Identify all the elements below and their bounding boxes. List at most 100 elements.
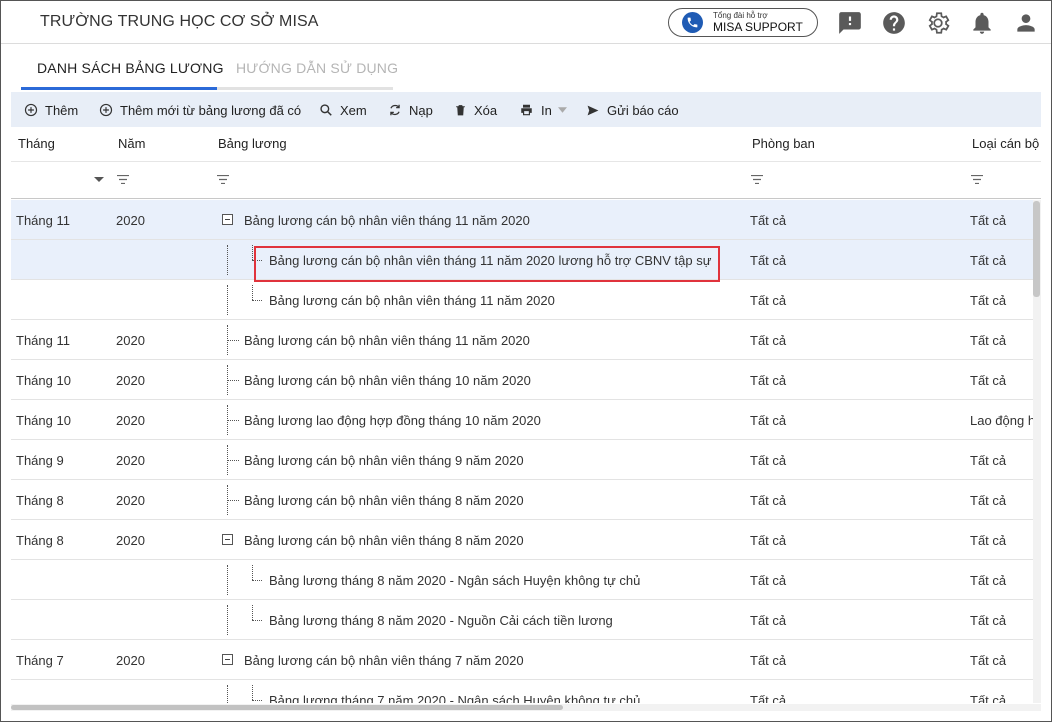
feedback-icon[interactable] <box>837 10 863 36</box>
user-icon[interactable] <box>1013 10 1039 36</box>
table-row[interactable]: Tháng 11 2020 Bảng lương cán bộ nhân viê… <box>11 320 1033 360</box>
tab-underline <box>21 87 393 90</box>
tab-payroll-list[interactable]: DANH SÁCH BẢNG LƯƠNG <box>37 60 224 76</box>
column-header-payroll[interactable]: Bảng lương <box>218 136 287 151</box>
app-header: TRƯỜNG TRUNG HỌC CƠ SỞ MISA Tổng đài hỗ … <box>1 1 1051 44</box>
cell-staff-type: Tất cả <box>970 653 1007 668</box>
reload-button[interactable]: Nạp <box>388 101 433 119</box>
table-row[interactable]: Tháng 10 2020 Bảng lương cán bộ nhân viê… <box>11 360 1033 400</box>
vertical-scrollbar-thumb[interactable] <box>1033 201 1040 297</box>
cell-staff-type: Tất cả <box>970 573 1007 588</box>
misa-support-button[interactable]: Tổng đài hỗ trợ MISA SUPPORT <box>668 8 818 37</box>
cell-month: Tháng 11 <box>16 213 70 228</box>
column-header-month[interactable]: Tháng <box>18 136 55 151</box>
cell-year: 2020 <box>116 533 145 548</box>
table-row[interactable]: Tháng 8 2020 Bảng lương cán bộ nhân viên… <box>11 480 1033 520</box>
view-label: Xem <box>340 102 367 118</box>
cell-department: Tất cả <box>750 533 787 548</box>
tree-line <box>252 700 262 701</box>
table-row[interactable]: Bảng lương tháng 8 năm 2020 - Ngân sách … <box>11 560 1033 600</box>
filter-icon[interactable] <box>117 175 129 184</box>
search-icon <box>320 104 332 116</box>
filter-icon[interactable] <box>971 175 983 184</box>
notification-icon[interactable] <box>969 10 995 36</box>
collapse-icon[interactable] <box>222 654 233 665</box>
cell-month: Tháng 10 <box>16 373 71 388</box>
cell-department: Tất cả <box>750 693 787 703</box>
active-tab-indicator <box>21 87 217 90</box>
cell-payroll-name: Bảng lương tháng 8 năm 2020 - Ngân sách … <box>269 573 641 588</box>
print-button[interactable]: In <box>519 101 567 119</box>
delete-button[interactable]: Xóa <box>454 101 497 119</box>
help-icon[interactable] <box>881 10 907 36</box>
add-circle-icon <box>24 103 38 117</box>
table-row[interactable]: Bảng lương tháng 8 năm 2020 - Nguồn Cải … <box>11 600 1033 640</box>
tab-bar: DANH SÁCH BẢNG LƯƠNG HƯỚNG DẪN SỬ DỤNG <box>11 45 1041 91</box>
cell-year: 2020 <box>116 493 145 508</box>
printer-icon <box>521 104 532 116</box>
tree-line <box>227 460 239 461</box>
table-row[interactable]: Tháng 7 2020 Bảng lương cán bộ nhân viên… <box>11 640 1033 680</box>
collapse-icon[interactable] <box>222 534 233 545</box>
view-button[interactable]: Xem <box>319 101 367 119</box>
support-label: MISA SUPPORT <box>713 20 803 34</box>
column-header-year[interactable]: Năm <box>118 136 145 151</box>
reload-label: Nạp <box>409 102 433 118</box>
delete-label: Xóa <box>474 102 498 118</box>
tree-line <box>227 685 228 703</box>
cell-staff-type: Tất cả <box>970 453 1007 468</box>
cell-month: Tháng 9 <box>16 453 64 468</box>
send-icon <box>587 105 599 115</box>
support-caption: Tổng đài hỗ trợ <box>713 11 768 20</box>
table-row[interactable]: Tháng 8 2020 Bảng lương cán bộ nhân viên… <box>11 520 1033 560</box>
cell-year: 2020 <box>116 653 145 668</box>
cell-staff-type: Tất cả <box>970 213 1007 228</box>
tree-line <box>227 565 228 595</box>
settings-icon[interactable] <box>925 10 951 36</box>
table-row[interactable]: Bảng lương cán bộ nhân viên tháng 11 năm… <box>11 280 1033 320</box>
cell-staff-type: Tất cả <box>970 613 1007 628</box>
tab-user-guide[interactable]: HƯỚNG DẪN SỬ DỤNG <box>236 60 398 76</box>
refresh-icon <box>390 104 400 116</box>
phone-icon <box>682 12 703 33</box>
collapse-icon[interactable] <box>222 214 233 225</box>
column-header-staff-type[interactable]: Loại cán bộ <box>972 136 1039 151</box>
tree-line <box>252 620 262 621</box>
highlight-annotation-box <box>254 246 720 282</box>
cell-payroll-name: Bảng lương cán bộ nhân viên tháng 8 năm … <box>244 533 524 548</box>
tree-line <box>227 380 239 381</box>
cell-department: Tất cả <box>750 493 787 508</box>
filter-icon[interactable] <box>217 175 229 184</box>
tree-line <box>227 605 228 635</box>
cell-payroll-name: Bảng lương cán bộ nhân viên tháng 9 năm … <box>244 453 524 468</box>
cell-year: 2020 <box>116 453 145 468</box>
grid-header: Tháng Năm Bảng lương Phòng ban Loại cán … <box>11 127 1041 199</box>
cell-department: Tất cả <box>750 453 787 468</box>
dropdown-caret-icon[interactable] <box>94 177 104 182</box>
table-row[interactable]: Bảng lương tháng 7 năm 2020 - Ngân sách … <box>11 680 1033 703</box>
add-from-existing-button[interactable]: Thêm mới từ bảng lương đã có <box>99 101 301 119</box>
horizontal-scrollbar-thumb[interactable] <box>11 705 563 710</box>
cell-payroll-name: Bảng lương cán bộ nhân viên tháng 8 năm … <box>244 493 524 508</box>
cell-payroll-name: Bảng lương tháng 8 năm 2020 - Nguồn Cải … <box>269 613 613 628</box>
filter-icon[interactable] <box>751 175 763 184</box>
tree-line <box>252 605 253 620</box>
tree-line <box>227 245 228 275</box>
column-header-department[interactable]: Phòng ban <box>752 136 815 151</box>
cell-month: Tháng 11 <box>16 333 70 348</box>
table-row[interactable]: Tháng 11 2020 Bảng lương cán bộ nhân viê… <box>11 200 1033 240</box>
send-report-button[interactable]: Gửi báo cáo <box>586 101 679 119</box>
tree-line <box>227 420 239 421</box>
print-label: In <box>541 102 552 118</box>
app-title: TRƯỜNG TRUNG HỌC CƠ SỞ MISA <box>40 13 319 30</box>
cell-staff-type: Tất cả <box>970 533 1007 548</box>
tree-line <box>227 285 228 315</box>
tree-line <box>227 340 239 341</box>
cell-payroll-name: Bảng lương cán bộ nhân viên tháng 10 năm… <box>244 373 531 388</box>
cell-department: Tất cả <box>750 373 787 388</box>
cell-staff-type: Tất cả <box>970 253 1007 268</box>
app-window: TRƯỜNG TRUNG HỌC CƠ SỞ MISA Tổng đài hỗ … <box>0 0 1052 722</box>
table-row[interactable]: Tháng 9 2020 Bảng lương cán bộ nhân viên… <box>11 440 1033 480</box>
add-button[interactable]: Thêm <box>24 101 78 119</box>
table-row[interactable]: Tháng 10 2020 Bảng lương lao động hợp đồ… <box>11 400 1033 440</box>
